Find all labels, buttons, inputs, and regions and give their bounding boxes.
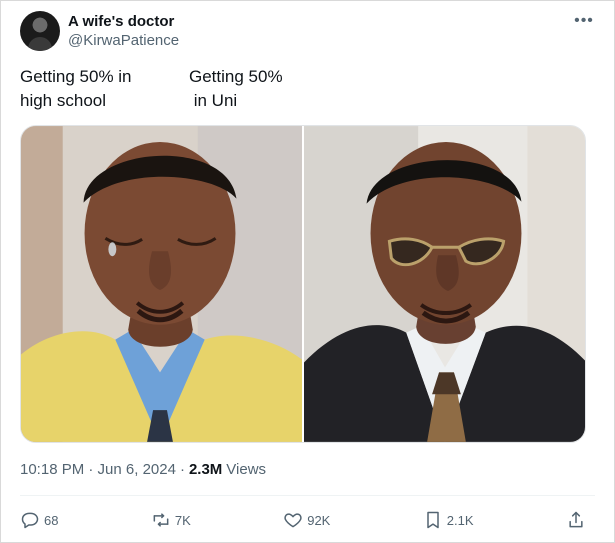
reply-count: 68 (44, 512, 59, 528)
timestamp[interactable]: 10:18 PM · Jun 6, 2024 (20, 461, 176, 478)
right-image-panel (304, 126, 585, 442)
reply-icon (21, 512, 39, 529)
left-image-panel (21, 126, 304, 442)
author-name[interactable]: A wife's doctor (68, 13, 174, 30)
author-handle[interactable]: @KirwaPatience (68, 32, 179, 49)
share-button[interactable] (566, 510, 586, 530)
sunglasses-man-image (304, 126, 585, 442)
caption-right: Getting 50% in Uni (189, 67, 283, 110)
repost-icon (153, 513, 169, 527)
repost-count: 7K (174, 512, 191, 528)
views-separator: · (179, 461, 185, 478)
reply-button[interactable]: 68 (20, 510, 58, 530)
post-meta: 10:18 PM · Jun 6, 2024 · 2.3M Views (20, 461, 266, 478)
divider (20, 495, 595, 496)
avatar[interactable] (20, 11, 60, 51)
like-button[interactable]: 92K (283, 510, 330, 530)
views-count: 2.3M (188, 461, 223, 478)
crying-man-image (21, 126, 302, 442)
bookmark-count: 2.1K (446, 512, 474, 528)
repost-button[interactable]: 7K (151, 510, 191, 530)
more-icon[interactable]: ••• (572, 11, 596, 31)
caption-left: Getting 50% in high school (20, 67, 132, 110)
tweet-card: A wife's doctor @KirwaPatience ••• Getti… (0, 0, 615, 543)
action-bar: 68 7K 92K 2.1K (20, 508, 586, 532)
share-icon (569, 511, 583, 528)
views-label: Views (226, 461, 267, 478)
bookmark-button[interactable]: 2.1K (423, 510, 474, 530)
media-image[interactable] (20, 125, 586, 443)
heart-icon (284, 513, 302, 528)
bookmark-icon (427, 511, 439, 529)
like-count: 92K (307, 512, 331, 528)
